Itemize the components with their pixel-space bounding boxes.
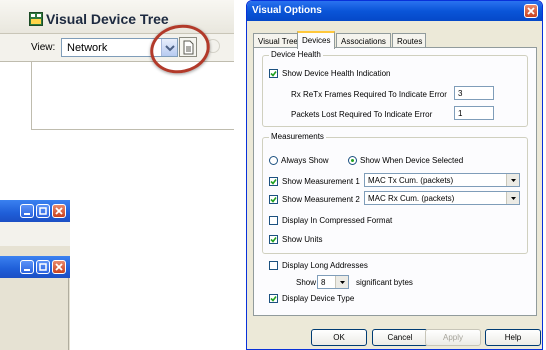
always-show-label: Always Show xyxy=(281,156,329,165)
cancel-button[interactable]: Cancel xyxy=(372,329,428,346)
minimize-icon xyxy=(24,269,30,271)
check-icon xyxy=(270,179,277,185)
chevron-down-icon xyxy=(511,179,516,182)
apply-button[interactable]: Apply xyxy=(425,329,481,346)
rx-retx-label: Rx ReTx Frames Required To Indicate Erro… xyxy=(291,90,447,99)
check-icon xyxy=(270,237,277,243)
device-tree-title: Visual Device Tree xyxy=(46,11,169,27)
close-icon xyxy=(55,207,63,215)
tab-associations[interactable]: Associations xyxy=(336,33,391,48)
dialog-title: Visual Options xyxy=(252,5,322,16)
radio-selected-dot xyxy=(351,159,354,162)
show-when-selected-label: Show When Device Selected xyxy=(360,156,464,165)
tab-visual-tree[interactable]: Visual Tree xyxy=(253,33,298,48)
always-show-radio[interactable] xyxy=(269,156,278,165)
measurement2-checkbox[interactable] xyxy=(269,195,278,204)
packets-lost-input[interactable]: 1 xyxy=(454,106,494,120)
measurement2-value: MAC Rx Cum. (packets) xyxy=(368,194,455,203)
significant-bytes-select[interactable]: 8 xyxy=(317,275,349,289)
view-select-value: Network xyxy=(67,42,108,54)
device-health-legend: Device Health xyxy=(269,50,323,59)
background-window-2-border xyxy=(68,278,69,350)
help-button[interactable]: Help xyxy=(485,329,541,346)
check-icon xyxy=(270,197,277,203)
packets-lost-label: Packets Lost Required To Indicate Error xyxy=(291,110,433,119)
background-window-2-menubar xyxy=(0,222,70,246)
device-health-group: Device Health Show Device Health Indicat… xyxy=(262,50,528,127)
ok-button[interactable]: OK xyxy=(311,329,367,346)
compressed-format-checkbox[interactable] xyxy=(269,216,278,225)
show-units-checkbox[interactable] xyxy=(269,235,278,244)
restore-icon xyxy=(39,207,47,215)
measurement1-select[interactable]: MAC Tx Cum. (packets) xyxy=(364,173,520,187)
close-icon xyxy=(55,263,63,271)
measurement1-value: MAC Tx Cum. (packets) xyxy=(368,176,454,185)
measurements-legend: Measurements xyxy=(269,132,326,141)
device-tree-pane[interactable] xyxy=(31,62,234,130)
dialog-close-button[interactable] xyxy=(524,4,538,18)
measurement1-label: Show Measurement 1 xyxy=(282,177,360,186)
tab-devices[interactable]: Devices xyxy=(297,31,335,49)
background-window-2 xyxy=(0,222,70,350)
minimize-icon xyxy=(24,213,30,215)
measurement1-checkbox[interactable] xyxy=(269,177,278,186)
devices-tab-panel: Device Health Show Device Health Indicat… xyxy=(253,47,537,316)
minimize-button[interactable] xyxy=(20,204,34,218)
show-units-label: Show Units xyxy=(282,235,323,244)
dialog-title-bar: Visual Options xyxy=(247,1,542,21)
view-label: View: xyxy=(31,42,56,53)
close-icon xyxy=(527,7,535,15)
visual-device-tree-window: Visual Device Tree View: Network xyxy=(0,0,234,130)
background-window-1-title-bar xyxy=(0,200,70,222)
visual-options-dialog: Visual Options Visual Tree Devices Assoc… xyxy=(246,0,543,350)
rx-retx-input[interactable]: 3 xyxy=(454,86,494,100)
app-icon xyxy=(29,12,43,26)
long-addresses-checkbox[interactable] xyxy=(269,261,278,270)
show-bytes-suffix: significant bytes xyxy=(356,278,413,287)
restore-button[interactable] xyxy=(36,260,50,274)
significant-bytes-dropdown-button[interactable] xyxy=(335,276,348,288)
measurement2-label: Show Measurement 2 xyxy=(282,195,360,204)
measurements-group: Measurements Always Show Show When Devic… xyxy=(262,132,528,254)
tab-routes[interactable]: Routes xyxy=(392,33,426,48)
check-icon xyxy=(270,71,277,77)
restore-button[interactable] xyxy=(36,204,50,218)
measurement2-select[interactable]: MAC Rx Cum. (packets) xyxy=(364,191,520,205)
check-icon xyxy=(270,296,277,302)
significant-bytes-value: 8 xyxy=(321,278,326,287)
close-button[interactable] xyxy=(52,204,66,218)
device-type-label: Display Device Type xyxy=(282,294,355,303)
measurement1-dropdown-button[interactable] xyxy=(506,174,519,186)
long-addresses-label: Display Long Addresses xyxy=(282,261,368,270)
device-type-checkbox[interactable] xyxy=(269,294,278,303)
show-bytes-prefix: Show xyxy=(296,278,317,287)
measurement2-dropdown-button[interactable] xyxy=(506,192,519,204)
restore-icon xyxy=(39,263,47,271)
minimize-button[interactable] xyxy=(20,260,34,274)
chevron-down-icon xyxy=(511,197,516,200)
chevron-down-icon xyxy=(340,281,345,284)
show-when-selected-radio[interactable] xyxy=(348,156,357,165)
close-button[interactable] xyxy=(52,260,66,274)
show-health-label: Show Device Health Indication xyxy=(282,69,391,78)
background-window-1 xyxy=(0,200,70,222)
background-window-2-title-bar xyxy=(0,256,70,278)
compressed-format-label: Display In Compressed Format xyxy=(282,216,393,225)
show-health-checkbox[interactable] xyxy=(269,69,278,78)
